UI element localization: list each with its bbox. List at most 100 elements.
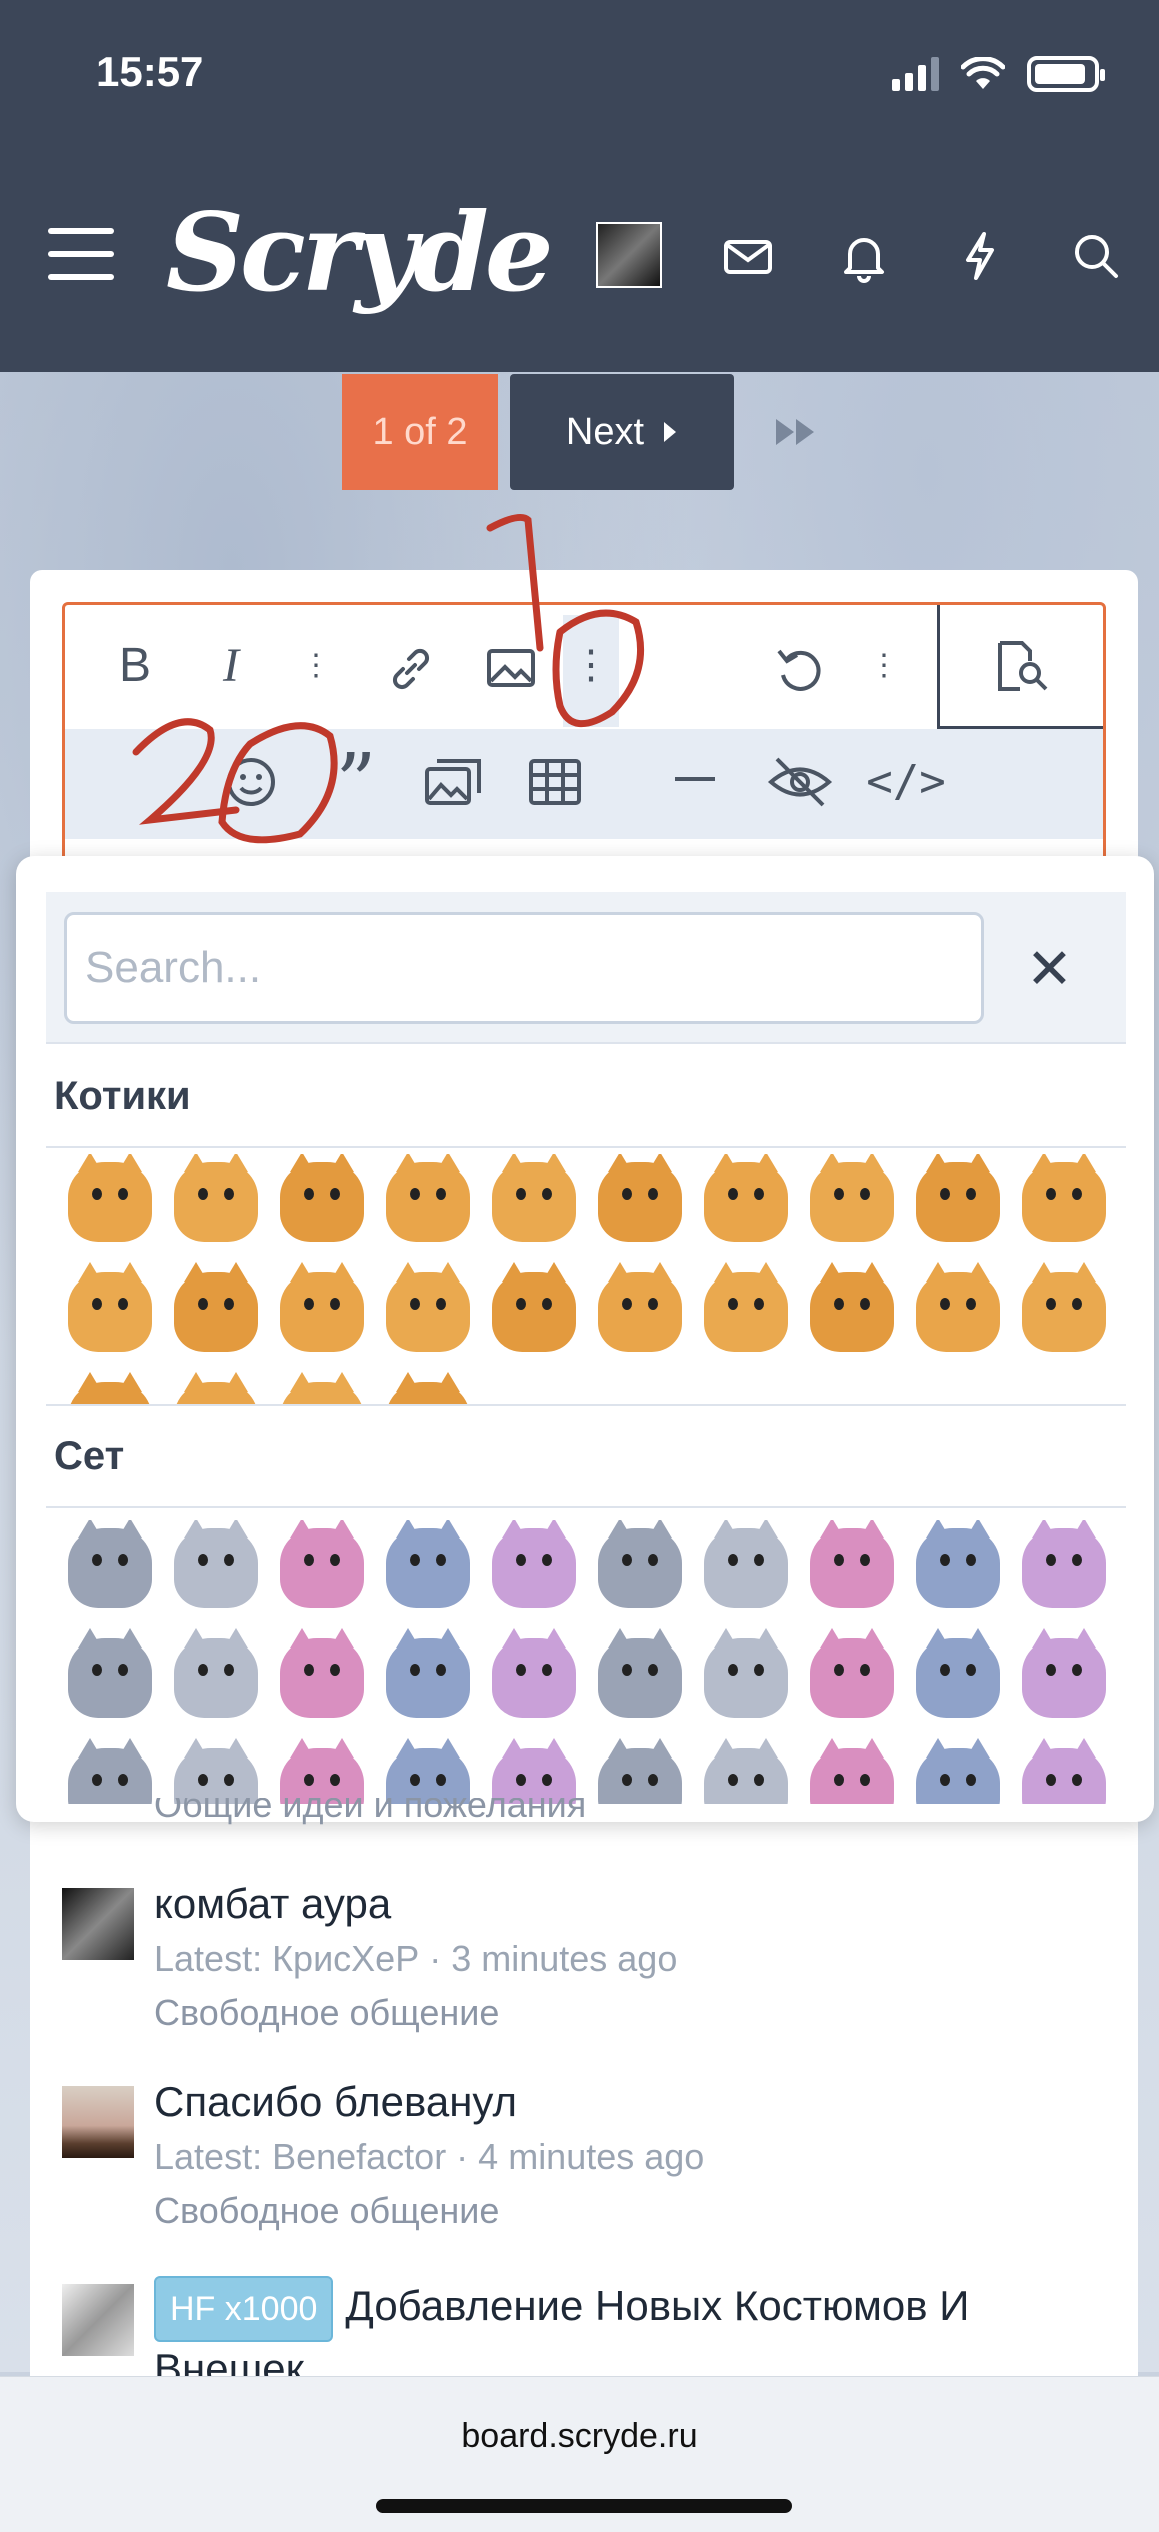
sticker[interactable] [910, 1154, 1006, 1250]
thread-title[interactable]: HF x1000 Добавление Новых Костюмов И Внеш… [154, 2276, 1114, 2376]
sticker[interactable] [698, 1628, 794, 1726]
sticker[interactable] [168, 1738, 264, 1804]
sticker[interactable] [486, 1628, 582, 1726]
lightning-icon[interactable] [952, 228, 1008, 284]
thread-title[interactable]: комбат аура [154, 1880, 391, 1928]
sticker[interactable] [168, 1372, 264, 1404]
sticker[interactable] [380, 1628, 476, 1726]
italic-icon[interactable]: I [201, 635, 261, 695]
table-icon[interactable] [527, 755, 583, 809]
sticker[interactable] [62, 1738, 158, 1804]
sticker[interactable] [804, 1738, 900, 1804]
mail-icon[interactable] [720, 228, 776, 284]
thread-avatar[interactable] [62, 1888, 134, 1960]
sticker[interactable] [592, 1154, 688, 1250]
sticker[interactable] [910, 1262, 1006, 1360]
more-options-icon[interactable]: ⋮ [561, 635, 621, 695]
sticker[interactable] [380, 1262, 476, 1360]
sticker[interactable] [592, 1262, 688, 1360]
spoiler-eye-slash-icon[interactable] [767, 753, 833, 811]
sticker[interactable] [168, 1262, 264, 1360]
thread-prefix-badge[interactable]: HF x1000 [154, 2276, 334, 2342]
sticker[interactable] [274, 1154, 370, 1250]
sticker[interactable] [698, 1154, 794, 1250]
thread-latest[interactable]: Latest: КрисХеР · 3 minutes ago [154, 1938, 677, 1980]
next-page-button[interactable]: Next [510, 374, 734, 490]
search-placeholder: Search... [85, 943, 262, 992]
sticker[interactable] [380, 1372, 476, 1404]
sticker[interactable] [168, 1154, 264, 1250]
thread-item[interactable]: комбат аура Latest: КрисХеР · 3 minutes … [62, 1880, 1122, 2050]
sticker[interactable] [804, 1262, 900, 1360]
link-icon[interactable] [383, 641, 439, 697]
image-icon[interactable] [483, 641, 539, 697]
sticker[interactable] [1016, 1738, 1112, 1804]
sticker[interactable] [698, 1520, 794, 1616]
emoji-icon[interactable] [220, 751, 282, 813]
sticker[interactable] [62, 1154, 158, 1250]
menu-icon[interactable] [48, 228, 114, 280]
thread-avatar[interactable] [62, 2086, 134, 2158]
thread-item[interactable]: Общие идеи и пожелания [62, 1798, 1122, 1838]
sticker[interactable] [1016, 1262, 1112, 1360]
code-icon[interactable]: </> [866, 751, 945, 811]
thread-forum[interactable]: Свободное общение [154, 2190, 499, 2232]
sticker[interactable] [274, 1628, 370, 1726]
thread-item[interactable]: HF x1000 Добавление Новых Костюмов И Внеш… [62, 2276, 1122, 2376]
sticker[interactable] [698, 1738, 794, 1804]
thread-title[interactable]: Спасибо блеванул [154, 2078, 517, 2126]
sticker[interactable] [804, 1628, 900, 1726]
sticker[interactable] [910, 1628, 1006, 1726]
sticker[interactable] [168, 1520, 264, 1616]
sticker[interactable] [592, 1738, 688, 1804]
sticker[interactable] [804, 1520, 900, 1616]
sticker[interactable] [698, 1262, 794, 1360]
preview-toggle[interactable] [937, 605, 1103, 729]
sticker[interactable] [910, 1738, 1006, 1804]
sticker[interactable] [274, 1738, 370, 1804]
sticker[interactable] [910, 1520, 1006, 1616]
sticker[interactable] [168, 1628, 264, 1726]
sticker[interactable] [592, 1520, 688, 1616]
sticker[interactable] [804, 1154, 900, 1250]
sticker[interactable] [486, 1738, 582, 1804]
sticker[interactable] [62, 1372, 158, 1404]
sticker[interactable] [486, 1520, 582, 1616]
thread-item[interactable]: Спасибо блеванул Latest: Benefactor · 4 … [62, 2078, 1122, 2248]
horizontal-line-icon[interactable] [675, 777, 715, 781]
thread-forum[interactable]: Общие идеи и пожелания [154, 1798, 586, 1826]
bold-icon[interactable]: B [105, 635, 165, 695]
user-avatar[interactable] [596, 222, 662, 288]
sticker[interactable] [274, 1372, 370, 1404]
sticker[interactable] [62, 1520, 158, 1616]
last-page-icon[interactable] [774, 417, 818, 447]
sticker[interactable] [62, 1628, 158, 1726]
gallery-icon[interactable] [423, 753, 485, 811]
close-icon[interactable]: ✕ [1026, 936, 1073, 1002]
sticker[interactable] [1016, 1628, 1112, 1726]
sticker[interactable] [1016, 1520, 1112, 1616]
sticker[interactable] [1016, 1154, 1112, 1250]
sticker[interactable] [380, 1738, 476, 1804]
sticker[interactable] [274, 1262, 370, 1360]
sticker[interactable] [592, 1628, 688, 1726]
more-edit-icon[interactable]: ⋮ [869, 635, 899, 695]
quote-icon[interactable]: ” [323, 736, 389, 829]
thread-latest[interactable]: Latest: Benefactor · 4 minutes ago [154, 2136, 704, 2178]
undo-icon[interactable] [771, 641, 827, 697]
site-logo[interactable]: Scryde [166, 190, 554, 316]
sticker[interactable] [486, 1262, 582, 1360]
sticker[interactable] [274, 1520, 370, 1616]
browser-url[interactable]: board.scryde.ru [0, 2417, 1159, 2456]
thread-forum[interactable]: Свободное общение [154, 1992, 499, 2034]
sticker[interactable] [486, 1154, 582, 1250]
search-icon[interactable] [1068, 228, 1124, 284]
more-inline-icon[interactable]: ⋮ [301, 635, 331, 695]
sticker[interactable] [380, 1520, 476, 1616]
sticker[interactable] [380, 1154, 476, 1250]
current-page[interactable]: 1 of 2 [342, 374, 498, 490]
emoji-search-input[interactable]: Search... [64, 912, 984, 1024]
thread-avatar[interactable] [62, 2284, 134, 2356]
bell-icon[interactable] [836, 228, 892, 284]
sticker[interactable] [62, 1262, 158, 1360]
